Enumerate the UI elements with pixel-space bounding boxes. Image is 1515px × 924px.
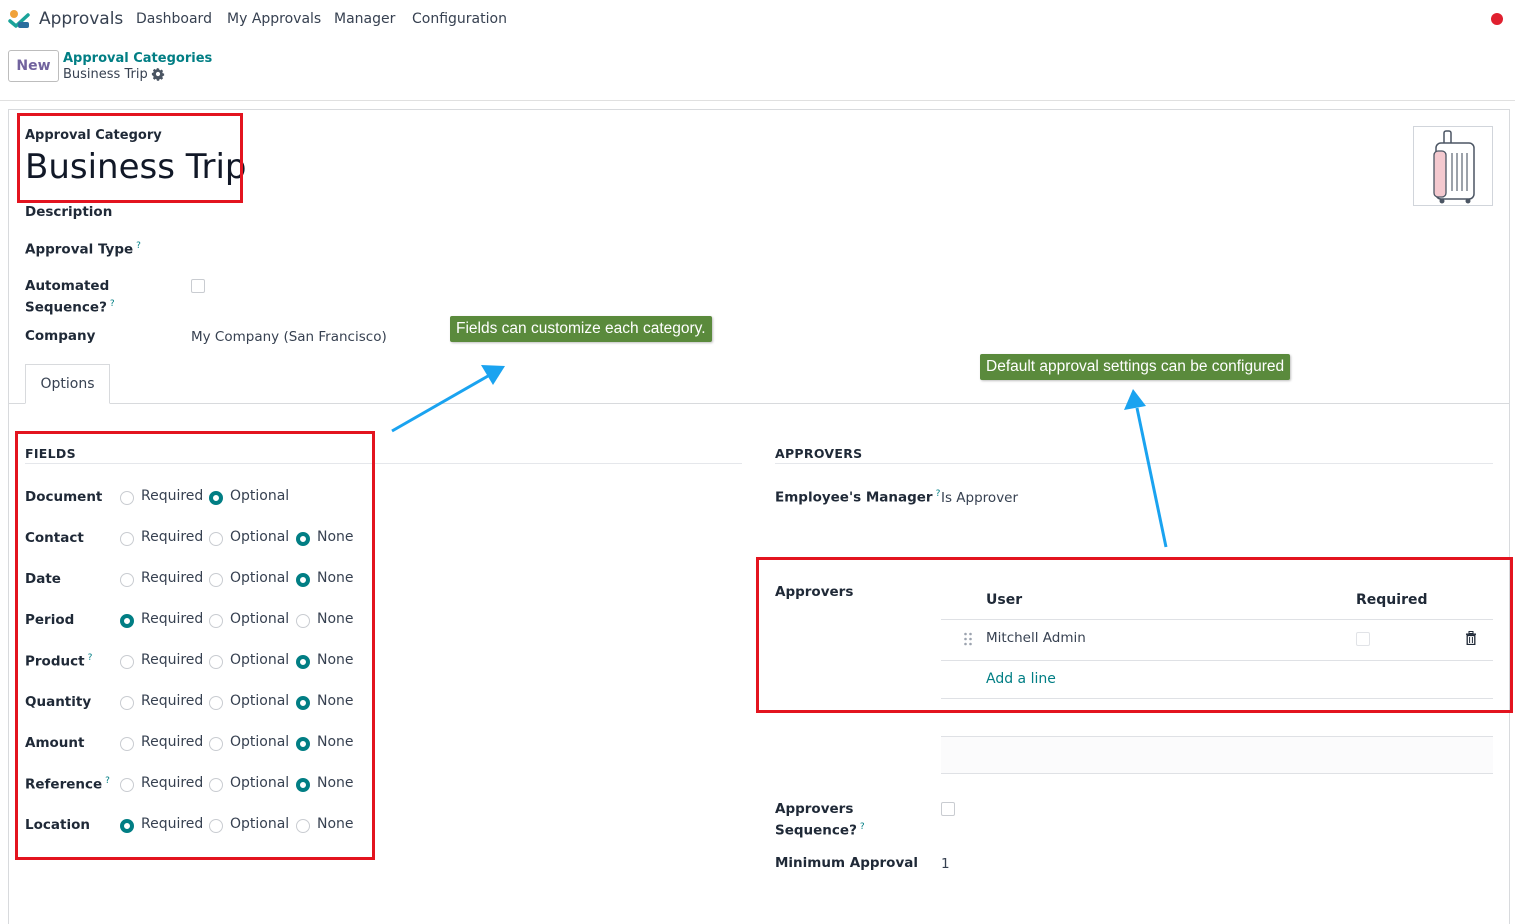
approvers-section-divider (775, 463, 1493, 464)
annotation-box-approvers (756, 557, 1513, 713)
approvers-section-title: APPROVERS (775, 446, 863, 461)
nav-manager[interactable]: Manager (334, 11, 395, 27)
tooltip-approvers: Default approval settings can be configu… (980, 354, 1291, 380)
new-button[interactable]: New (8, 50, 59, 82)
help-icon[interactable]: ? (936, 489, 941, 499)
tab-divider (8, 403, 1510, 404)
top-navbar: Approvals Dashboard My Approvals Manager… (0, 0, 1515, 38)
employees-manager-value[interactable]: Is Approver (941, 490, 1018, 506)
breadcrumb-current: Business Trip (63, 67, 148, 82)
annotation-box-title (17, 113, 243, 203)
automated-sequence-checkbox[interactable] (191, 279, 205, 293)
automated-sequence-label-line2: Sequence?? (25, 299, 115, 316)
minimum-approval-value[interactable]: 1 (941, 856, 950, 872)
approvers-sequence-label-line1: Approvers (775, 801, 854, 817)
gear-icon[interactable] (151, 67, 165, 81)
category-image[interactable] (1413, 126, 1493, 206)
approvals-app-icon[interactable] (8, 9, 30, 29)
nav-configuration[interactable]: Configuration (412, 11, 507, 27)
control-panel-divider (0, 100, 1515, 101)
approvers-sequence-checkbox[interactable] (941, 802, 955, 816)
approvers-sequence-label-line2: Sequence?? (775, 822, 865, 839)
app-name[interactable]: Approvals (39, 9, 123, 29)
company-value[interactable]: My Company (San Francisco) (191, 329, 387, 345)
help-icon[interactable]: ? (110, 299, 115, 309)
employees-manager-label: Employee's Manager? (775, 489, 941, 506)
help-icon[interactable]: ? (860, 822, 865, 832)
automated-sequence-label-line1: Automated (25, 278, 110, 294)
annotation-box-fields (15, 431, 375, 860)
tooltip-fields: Fields can customize each category. (450, 316, 712, 342)
help-icon[interactable]: ? (136, 241, 141, 251)
breadcrumb-parent[interactable]: Approval Categories (63, 51, 212, 66)
minimum-approval-label: Minimum Approval (775, 855, 918, 871)
description-label: Description (25, 204, 113, 220)
status-dot[interactable] (1491, 13, 1503, 25)
approval-type-label: Approval Type? (25, 241, 141, 258)
company-label: Company (25, 328, 96, 344)
nav-my-approvals[interactable]: My Approvals (227, 11, 321, 27)
tab-options[interactable]: Options (25, 364, 110, 404)
nav-dashboard[interactable]: Dashboard (136, 11, 212, 27)
suitcase-icon (1433, 130, 1475, 204)
empty-field-area (941, 736, 1493, 774)
